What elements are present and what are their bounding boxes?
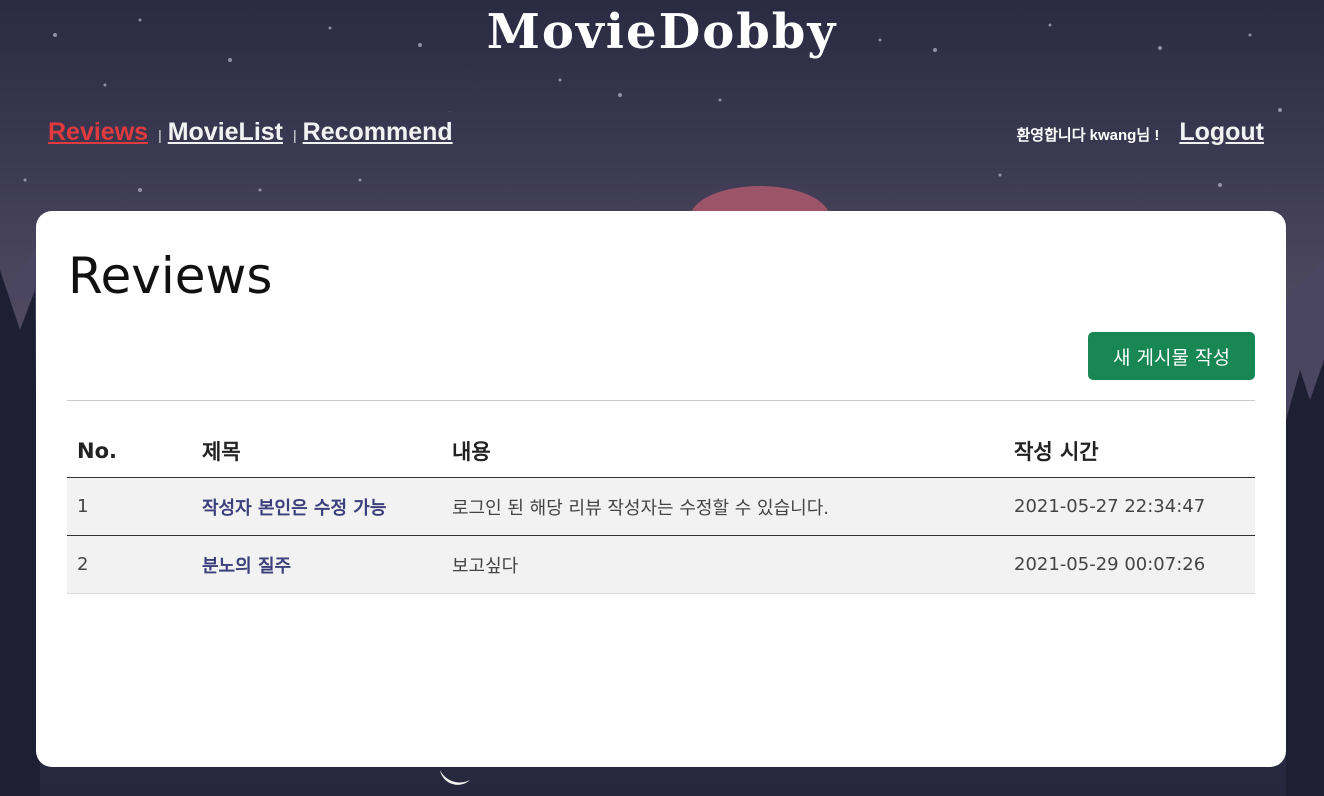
table-header-row: No. 제목 내용 작성 시간: [67, 425, 1255, 478]
reviews-card: Reviews 새 게시물 작성 No. 제목 내용 작성 시간 1 작성자 본…: [36, 211, 1286, 767]
column-header-title: 제목: [192, 425, 442, 478]
row-title-cell: 작성자 본인은 수정 가능: [192, 477, 442, 536]
review-title-link[interactable]: 작성자 본인은 수정 가능: [202, 498, 386, 519]
table-row: 2 분노의 질주 보고싶다 2021-05-29 00:07:26: [67, 535, 1255, 594]
reviews-table: No. 제목 내용 작성 시간 1 작성자 본인은 수정 가능 로그인 된 해당…: [67, 425, 1255, 594]
nav-reviews-link[interactable]: Reviews: [48, 118, 148, 147]
new-post-button[interactable]: 새 게시물 작성: [1088, 332, 1255, 380]
moon-icon: [440, 64, 473, 112]
main-nav: Reviews | MovieList | Recommend: [48, 118, 453, 147]
table-row: 1 작성자 본인은 수정 가능 로그인 된 해당 리뷰 작성자는 수정할 수 있…: [67, 477, 1255, 536]
welcome-message: 환영합니다 kwang님 !: [1016, 127, 1160, 144]
nav-separator: |: [158, 127, 162, 143]
column-header-content: 내용: [442, 425, 1004, 478]
row-content: 보고싶다: [442, 535, 1004, 594]
divider: [67, 400, 1255, 401]
nav-recommend-link[interactable]: Recommend: [303, 118, 453, 147]
page-title: Reviews: [68, 247, 273, 305]
site-title: MovieDobby: [486, 4, 838, 60]
column-header-no: No.: [67, 425, 192, 478]
row-content: 로그인 된 해당 리뷰 작성자는 수정할 수 있습니다.: [442, 477, 1004, 536]
row-time: 2021-05-29 00:07:26: [1004, 535, 1255, 594]
logout-link[interactable]: Logout: [1179, 118, 1264, 147]
user-area: 환영합니다 kwang님 ! Logout: [1017, 118, 1265, 147]
row-time: 2021-05-27 22:34:47: [1004, 477, 1255, 536]
row-number: 2: [67, 535, 192, 594]
column-header-time: 작성 시간: [1004, 425, 1255, 478]
row-number: 1: [67, 477, 192, 536]
row-title-cell: 분노의 질주: [192, 535, 442, 594]
nav-separator: |: [293, 127, 297, 143]
nav-movielist-link[interactable]: MovieList: [168, 118, 283, 147]
review-title-link[interactable]: 분노의 질주: [202, 556, 291, 577]
